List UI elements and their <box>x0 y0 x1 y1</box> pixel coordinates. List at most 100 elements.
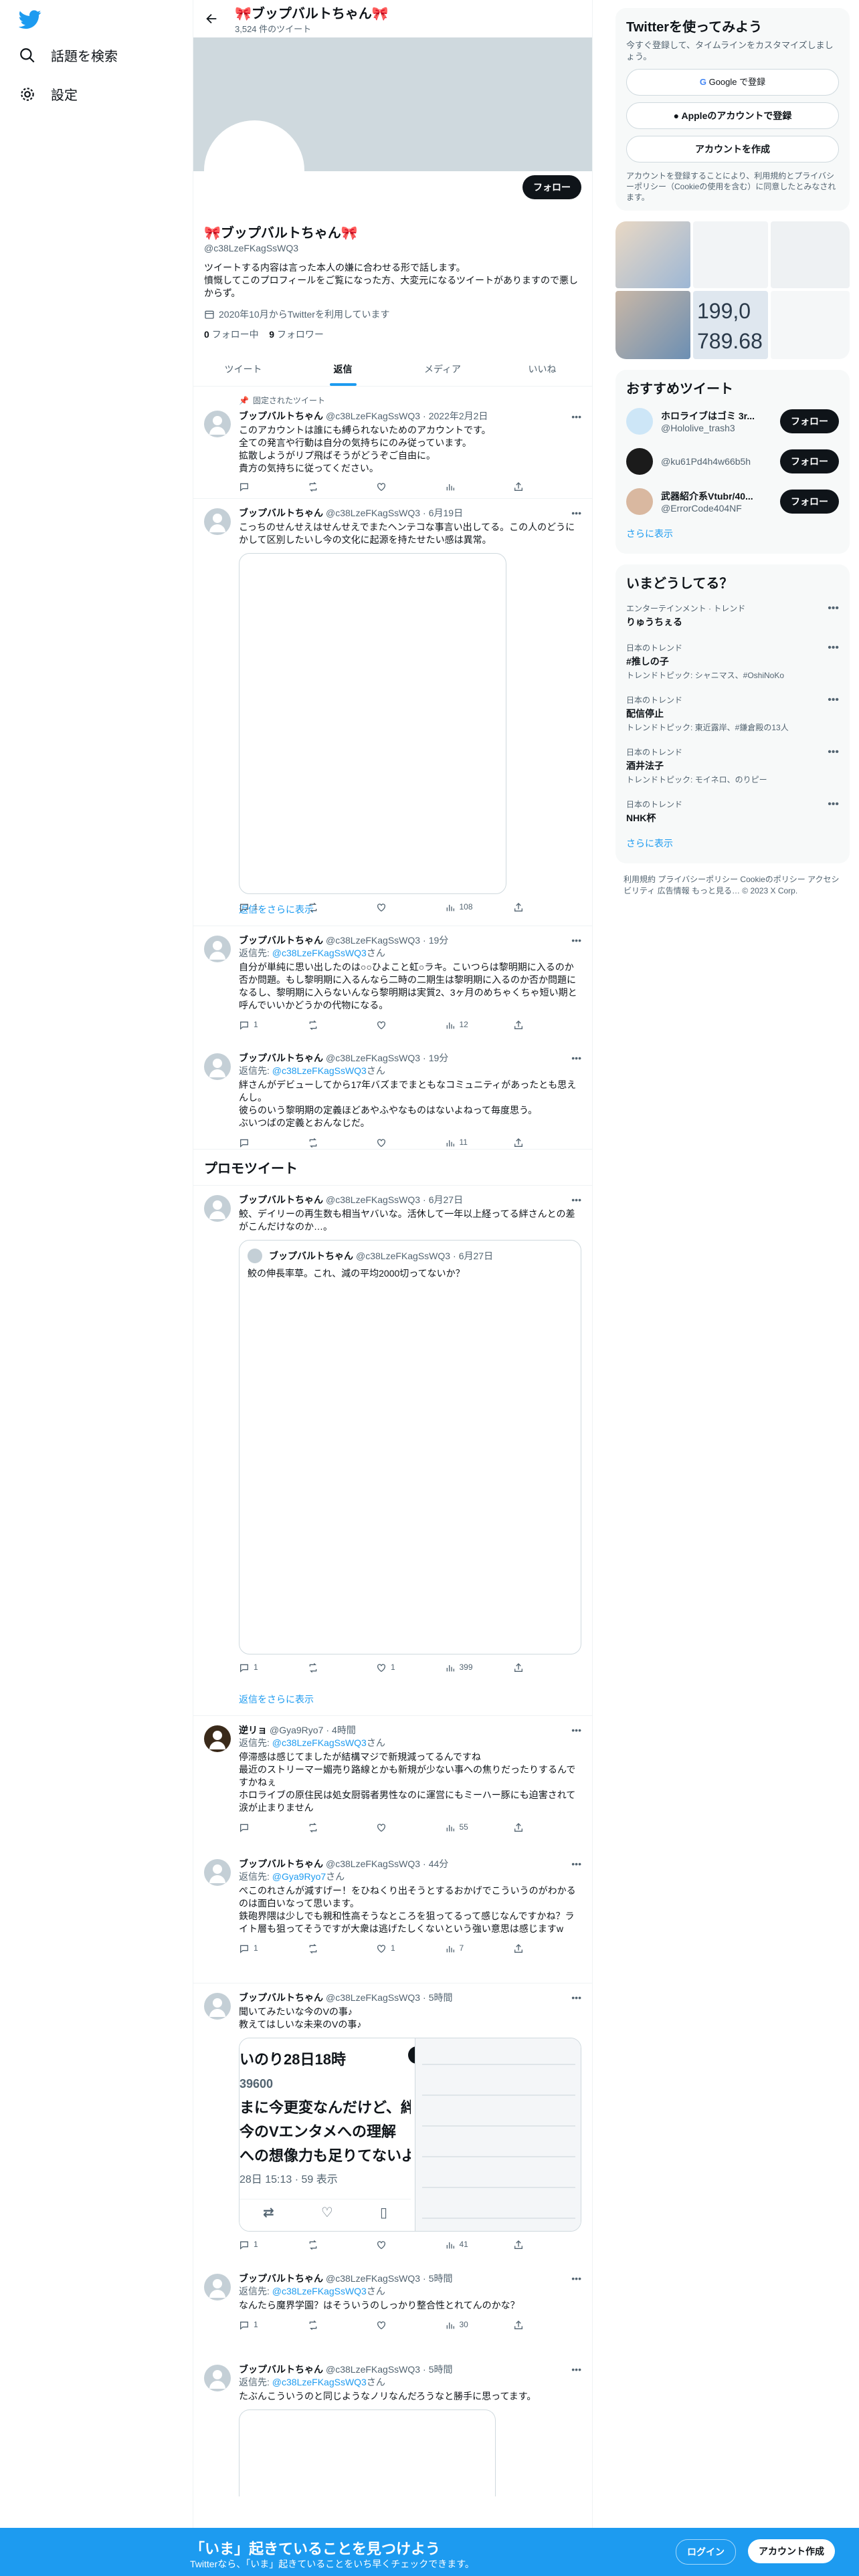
recommend-follow-button[interactable]: フォロー <box>780 409 839 433</box>
reply-to-handle[interactable]: @Gya9Ryo7 <box>272 1871 326 1882</box>
tweet-author-name[interactable]: 逆リョ <box>239 1724 267 1737</box>
tweet-author-name[interactable]: ブップバルトちゃん <box>239 1194 323 1206</box>
more-options-icon[interactable]: ••• <box>828 746 839 758</box>
reply-button[interactable]: 1 <box>239 2238 292 2251</box>
tweet-time[interactable]: 2022年2月2日 <box>429 410 488 423</box>
views-button[interactable]: 30 <box>445 2319 498 2331</box>
like-button[interactable] <box>376 481 430 492</box>
followers-link[interactable]: 9 フォロワー <box>269 329 324 340</box>
apple-signup-button[interactable]: ● Appleのアカウントで登録 <box>626 102 839 129</box>
trend-item[interactable]: 日本のトレンド NHK杯 ••• <box>626 792 839 831</box>
avatar[interactable] <box>204 2365 231 2391</box>
views-button[interactable]: 55 <box>445 1821 498 1834</box>
retweet-button[interactable] <box>308 481 361 492</box>
trend-item[interactable]: 日本のトレンド #推しの子 トレンドトピック: シャニマス、#OshiNoKo ••• <box>626 635 839 687</box>
create-account-button[interactable]: アカウントを作成 <box>626 136 839 163</box>
tweet[interactable]: ブップバルトちゃん @c38LzeFKagSsWQ3 · 6月19日 ••• こ… <box>193 499 592 912</box>
tweet-time[interactable]: 6月27日 <box>429 1194 463 1206</box>
tab-likes[interactable]: いいね <box>492 352 592 386</box>
signup-button[interactable]: アカウント作成 <box>748 2539 835 2563</box>
twitter-bird-icon[interactable] <box>19 8 41 31</box>
share-button[interactable] <box>513 1018 527 1031</box>
profile-avatar[interactable] <box>204 120 304 221</box>
tweet-media[interactable] <box>239 553 506 894</box>
quote-tweet[interactable]: ブップバルトちゃん @c38LzeFKagSsWQ3 · 6月27日 鮫の伸長率… <box>239 1240 581 1654</box>
tweet-time[interactable]: 19分 <box>429 934 449 947</box>
tweet[interactable]: ブップバルトちゃん @c38LzeFKagSsWQ3 · 44分 ••• 返信先… <box>193 1850 592 1983</box>
media-thumb[interactable]: 199,0 789.68 <box>693 291 768 359</box>
retweet-button[interactable] <box>308 1942 361 1955</box>
tweet-author-name[interactable]: ブップバルトちゃん <box>239 410 323 423</box>
nav-explore[interactable]: 話題を検索 <box>19 45 118 65</box>
reply-to-handle[interactable]: @c38LzeFKagSsWQ3 <box>272 2377 367 2387</box>
views-button[interactable]: 41 <box>445 2238 498 2251</box>
retweet-button[interactable] <box>308 1821 361 1834</box>
recommend-show-more[interactable]: さらに表示 <box>626 522 839 546</box>
more-options-icon[interactable]: ••• <box>571 1724 581 1737</box>
share-button[interactable] <box>513 2319 527 2331</box>
google-signup-button[interactable]: G Google で登録 <box>626 69 839 96</box>
views-button[interactable]: 7 <box>445 1942 498 1955</box>
tweet-author-name[interactable]: ブップバルトちゃん <box>239 1858 323 1870</box>
more-options-icon[interactable]: ••• <box>571 1194 581 1206</box>
reply-button[interactable]: 1 <box>239 1018 292 1031</box>
avatar[interactable] <box>204 411 231 437</box>
tweet-time[interactable]: 19分 <box>429 1052 449 1065</box>
views-button[interactable]: 108 <box>445 901 498 914</box>
more-options-icon[interactable]: ••• <box>571 1052 581 1065</box>
tweet[interactable]: ブップバルトちゃん @c38LzeFKagSsWQ3 · 6月27日 ••• 鮫… <box>193 1186 592 1683</box>
reply-to-handle[interactable]: @c38LzeFKagSsWQ3 <box>272 1065 367 1076</box>
avatar[interactable] <box>204 936 231 962</box>
avatar[interactable] <box>204 508 231 535</box>
like-button[interactable] <box>376 2238 430 2251</box>
retweet-button[interactable] <box>308 901 361 914</box>
share-button[interactable] <box>513 1821 527 1834</box>
tweet[interactable]: ブップバルトちゃん @c38LzeFKagSsWQ3 · 19分 ••• 返信先… <box>193 1044 592 1150</box>
like-button[interactable] <box>376 1018 430 1031</box>
tweet-media[interactable] <box>239 2409 496 2496</box>
retweet-button[interactable] <box>308 2238 361 2251</box>
views-button[interactable]: 11 <box>445 1136 498 1149</box>
retweet-button[interactable] <box>308 2319 361 2331</box>
tweet-author-name[interactable]: ブップバルトちゃん <box>239 2272 323 2285</box>
views-button[interactable]: 12 <box>445 1018 498 1031</box>
media-thumb[interactable] <box>693 221 768 288</box>
like-button[interactable] <box>376 901 430 914</box>
tweet-pinned[interactable]: 📌 固定されたツイート ブップバルトちゃん @c38LzeFKagSsWQ3 ·… <box>193 387 592 499</box>
more-options-icon[interactable]: ••• <box>828 603 839 615</box>
tweet-time[interactable]: 5時間 <box>429 2363 453 2376</box>
views-button[interactable] <box>445 481 498 492</box>
reply-button[interactable] <box>239 1821 292 1834</box>
tab-tweets[interactable]: ツイート <box>193 352 293 386</box>
tweet-media[interactable]: いのり28日18時 39600 まに今更変なんだけど、絆 今のVエンタメへの理解… <box>239 2038 581 2232</box>
tweet[interactable]: ブップバルトちゃん @c38LzeFKagSsWQ3 · 5時間 ••• 聞いて… <box>193 1983 592 2264</box>
more-options-icon[interactable]: ••• <box>571 1992 581 2004</box>
follow-button[interactable]: フォロー <box>522 175 581 199</box>
tweet-time[interactable]: 6月19日 <box>429 507 463 520</box>
trend-item[interactable]: 日本のトレンド 配信停止 トレンドトピック: 東近露岸、#鎌倉殿の13人 ••• <box>626 687 839 740</box>
more-options-icon[interactable]: ••• <box>828 642 839 654</box>
tweet-author-name[interactable]: ブップバルトちゃん <box>239 507 323 520</box>
tweet-time[interactable]: 5時間 <box>429 1992 453 2004</box>
trend-item[interactable]: 日本のトレンド 酒井法子 トレンドトピック: モイネロ、のりピー ••• <box>626 740 839 792</box>
trends-show-more[interactable]: さらに表示 <box>626 831 839 855</box>
share-button[interactable] <box>513 2238 527 2251</box>
media-thumb[interactable] <box>771 221 850 288</box>
share-button[interactable] <box>513 1942 527 1955</box>
reply-to-handle[interactable]: @c38LzeFKagSsWQ3 <box>272 948 367 958</box>
nav-settings[interactable]: 設定 <box>19 84 78 104</box>
tab-media[interactable]: メディア <box>393 352 492 386</box>
recommend-follow-button[interactable]: フォロー <box>780 490 839 514</box>
back-arrow-icon[interactable] <box>204 11 219 26</box>
like-button[interactable] <box>376 1136 430 1149</box>
recommend-item[interactable]: ホロライブはゴミ 3r... @Hololive_trash3 フォロー <box>626 401 839 441</box>
reply-button[interactable] <box>239 1136 292 1149</box>
reply-to-handle[interactable]: @c38LzeFKagSsWQ3 <box>272 1737 367 1748</box>
tweet-time[interactable]: 5時間 <box>429 2272 453 2285</box>
tweet-author-name[interactable]: ブップバルトちゃん <box>239 1992 323 2004</box>
recommend-item[interactable]: 武器紹介系Vtubr/40... @ErrorCode404NF フォロー <box>626 481 839 522</box>
retweet-button[interactable] <box>308 1661 361 1674</box>
avatar[interactable] <box>204 1859 231 1886</box>
media-thumb[interactable] <box>615 291 690 359</box>
tweet[interactable]: ブップバルトちゃん @c38LzeFKagSsWQ3 · 5時間 ••• 返信先… <box>193 2355 592 2496</box>
